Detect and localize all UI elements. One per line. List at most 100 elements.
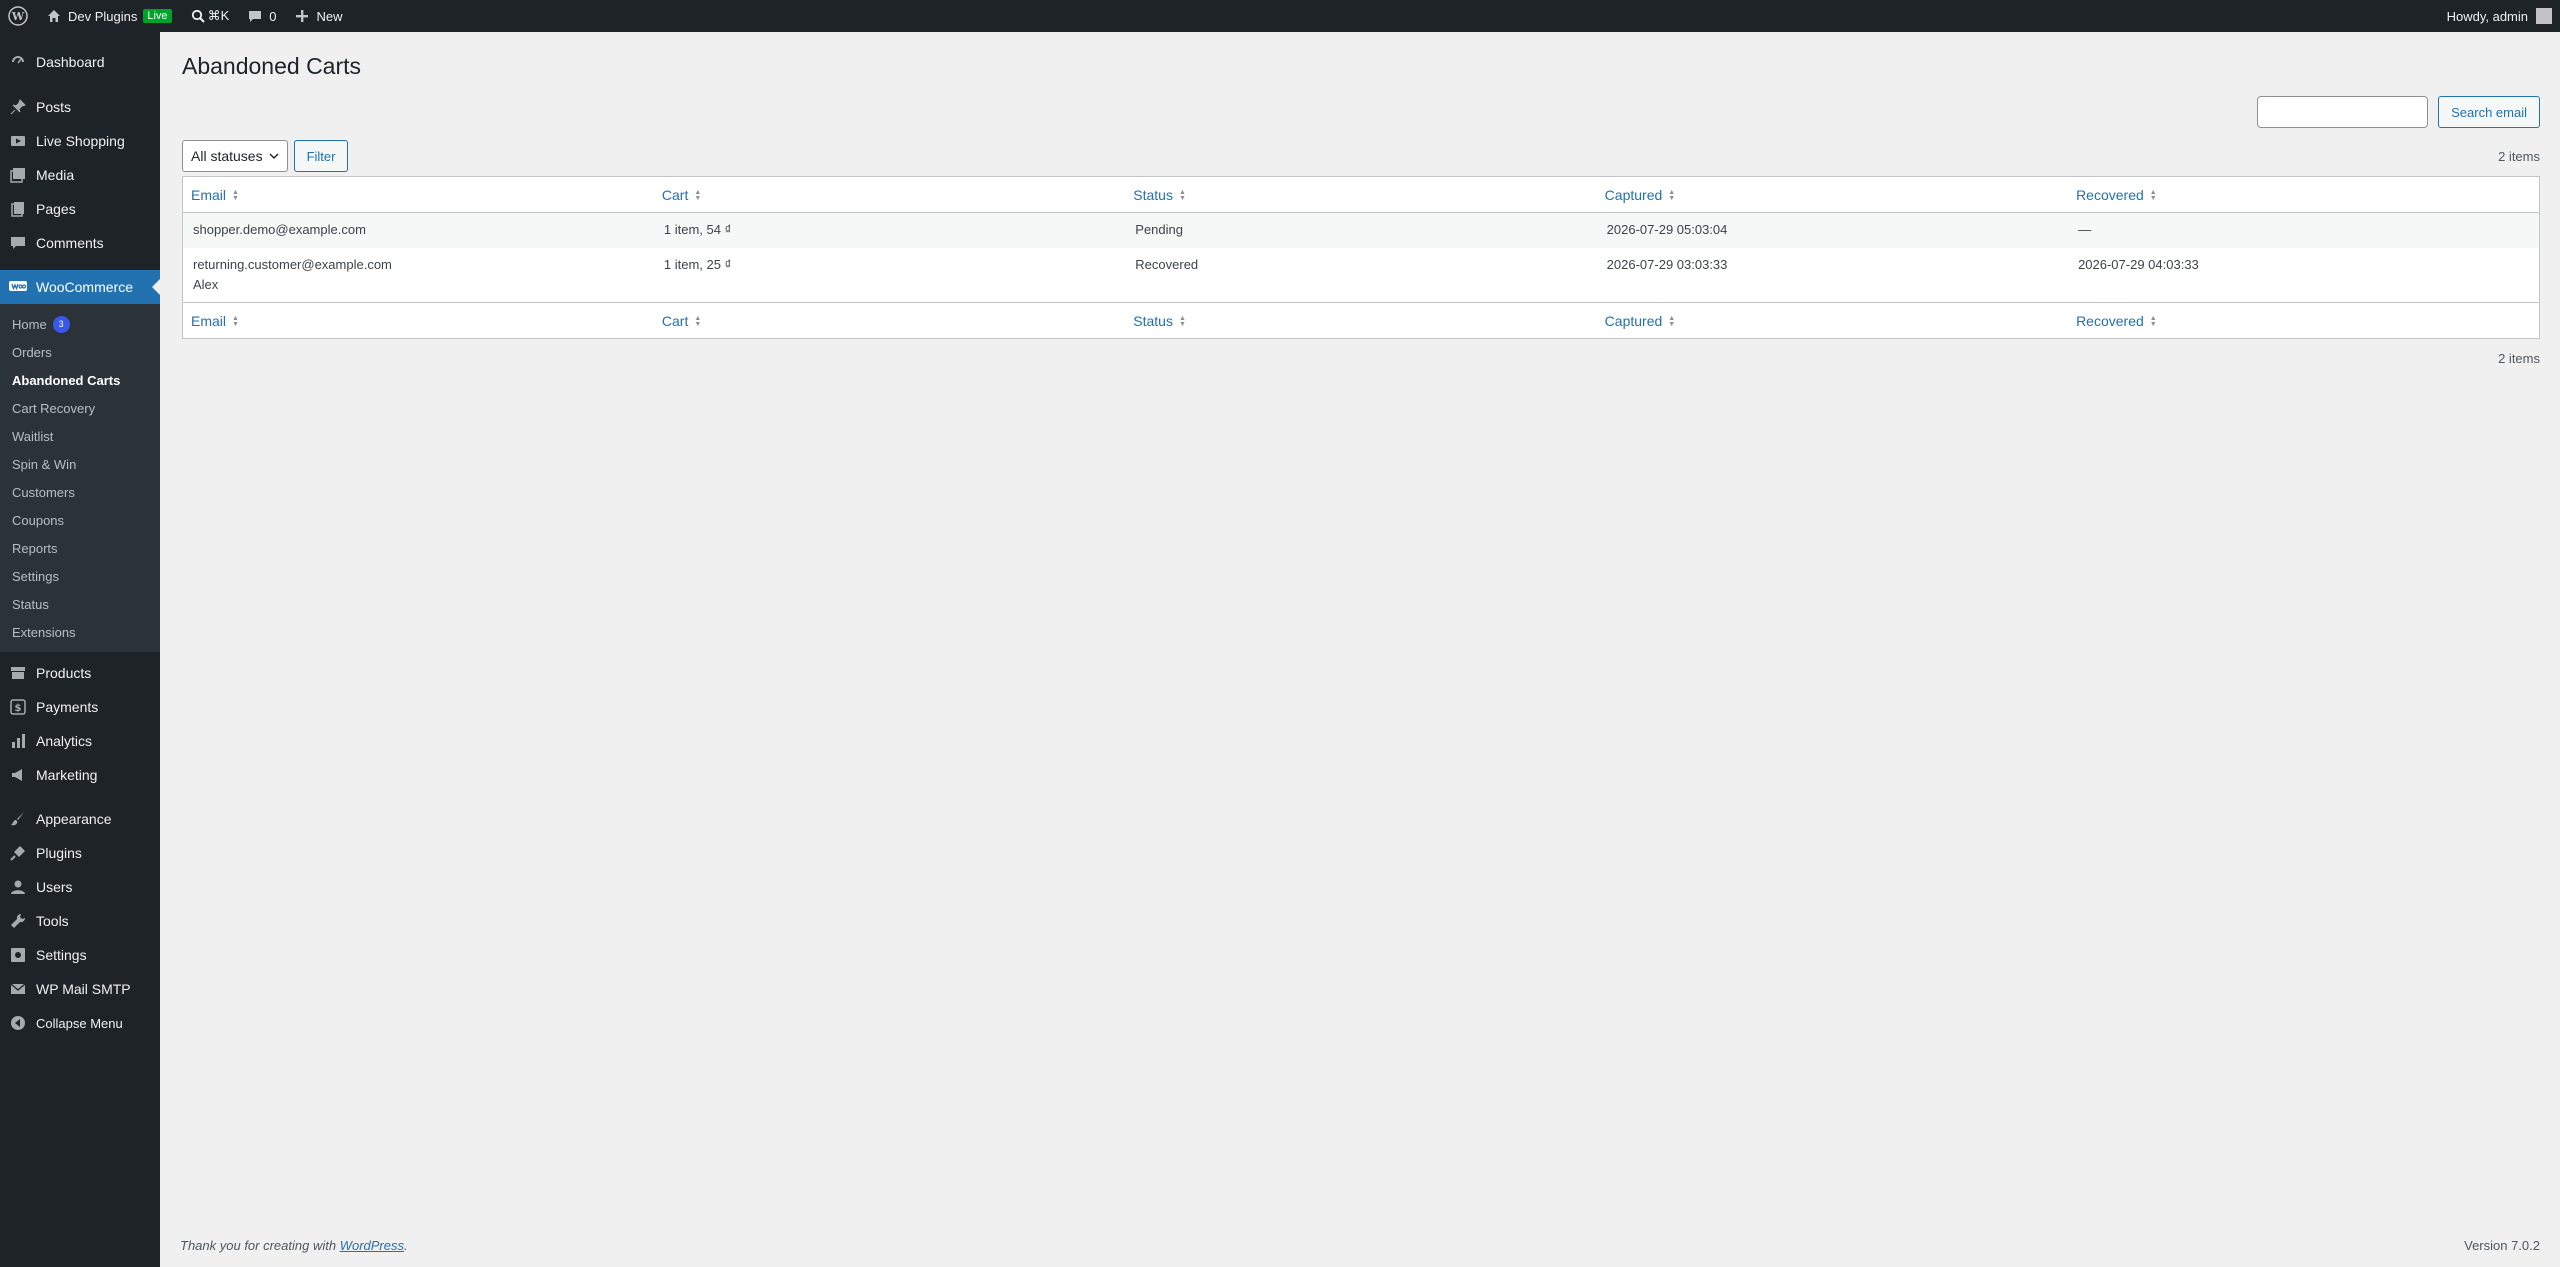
menu-comments[interactable]: Comments <box>0 226 160 260</box>
media-icon <box>8 165 28 185</box>
avatar <box>2536 8 2552 24</box>
wordpress-logo-icon[interactable]: W <box>0 0 36 32</box>
column-recovered[interactable]: Recovered ▲ ▼ <box>2068 176 2540 213</box>
comment-icon <box>245 6 265 26</box>
submenu-label: Status <box>12 596 49 612</box>
user-icon <box>8 877 28 897</box>
menu-posts[interactable]: Posts <box>0 90 160 124</box>
abandoned-carts-table: Email ▲ ▼ Cart ▲ ▼ Status ▲ ▼ Captured ▲ ▼ Recov… <box>182 176 2540 339</box>
menu-live-shopping[interactable]: Live Shopping <box>0 124 160 158</box>
menu-plugins[interactable]: Plugins <box>0 836 160 870</box>
submenu-item-extensions[interactable]: Extensions <box>0 618 160 646</box>
video-icon <box>8 131 28 151</box>
column-status[interactable]: Status ▲ ▼ <box>1125 302 1597 339</box>
menu-label: Plugins <box>36 845 82 861</box>
sort-icon: ▲ ▼ <box>1668 314 1676 328</box>
submenu-label: Abandoned Carts <box>12 372 121 388</box>
cell-captured: 2026-07-29 05:03:04 <box>1596 212 2069 248</box>
menu-woocommerce[interactable]: WooCommerce <box>0 270 160 304</box>
search-input[interactable] <box>2257 96 2429 128</box>
submenu-label: Spin & Win <box>12 456 77 472</box>
menu-dashboard[interactable]: Dashboard <box>0 44 160 80</box>
submenu-item-cart-recovery[interactable]: Cart Recovery <box>0 394 160 422</box>
column-cart[interactable]: Cart ▲ ▼ <box>653 176 1126 213</box>
my-account-menu[interactable]: Howdy, admin <box>2439 0 2560 32</box>
footer-version: Version 7.0.2 <box>2464 1238 2540 1253</box>
status-filter-select[interactable]: All statuses <box>182 140 288 172</box>
new-content-menu[interactable]: New <box>284 0 350 32</box>
submenu-item-orders[interactable]: Orders <box>0 338 160 366</box>
menu-users[interactable]: Users <box>0 870 160 904</box>
menu-label: Settings <box>36 947 87 963</box>
comments-menu[interactable]: 0 <box>237 0 284 32</box>
column-captured[interactable]: Captured ▲ ▼ <box>1596 176 2069 213</box>
submenu-item-status[interactable]: Status <box>0 590 160 618</box>
menu-media[interactable]: Media <box>0 158 160 192</box>
filter-button[interactable]: Filter <box>293 140 349 172</box>
sort-icon: ▲ ▼ <box>232 314 239 328</box>
command-palette-button[interactable]: ⌘K <box>180 0 238 32</box>
table-row: shopper.demo@example.com 1 item, 54 ₫ Pe… <box>182 212 2540 248</box>
column-label: Email <box>191 312 227 329</box>
page-title: Abandoned Carts <box>182 53 362 79</box>
submenu-item-home[interactable]: Home 3 <box>0 310 160 338</box>
new-label: New <box>316 8 343 24</box>
main-content: Abandoned Carts Search email All statuse… <box>160 32 2560 1267</box>
menu-wp-mail-smtp[interactable]: WP Mail SMTP <box>0 972 160 1006</box>
thanks-prefix: Thank you for creating with <box>180 1238 340 1253</box>
column-status[interactable]: Status ▲ ▼ <box>1125 176 1597 213</box>
column-label: Status <box>1133 312 1173 329</box>
menu-payments[interactable]: $ Payments <box>0 690 160 724</box>
submenu-item-settings[interactable]: Settings <box>0 562 160 590</box>
home-count-badge: 3 <box>52 315 70 333</box>
menu-settings[interactable]: Settings <box>0 938 160 972</box>
submenu-item-customers[interactable]: Customers <box>0 478 160 506</box>
archive-icon <box>8 663 28 683</box>
pin-icon <box>8 97 28 117</box>
chart-icon <box>8 731 28 751</box>
submenu-item-coupons[interactable]: Coupons <box>0 506 160 534</box>
sort-icon: ▲ ▼ <box>1178 314 1186 328</box>
search-box: Search email <box>2257 96 2540 128</box>
submenu-item-waitlist[interactable]: Waitlist <box>0 422 160 450</box>
email-text: shopper.demo@example.com <box>193 222 366 237</box>
table-footer-row: Email ▲ ▼ Cart ▲ ▼ Status ▲ ▼ Captured ▲ ▼ Recov… <box>182 302 2540 339</box>
pages-icon <box>8 199 28 219</box>
menu-label: Dashboard <box>36 54 105 70</box>
search-icon <box>188 6 208 26</box>
menu-appearance[interactable]: Appearance <box>0 802 160 836</box>
menu-analytics[interactable]: Analytics <box>0 724 160 758</box>
submenu-label: Waitlist <box>12 428 54 444</box>
menu-label: Tools <box>36 913 69 929</box>
megaphone-icon <box>8 765 28 785</box>
column-label: Recovered <box>2076 186 2144 203</box>
site-name-menu[interactable]: Dev Plugins Live <box>36 0 180 32</box>
column-email[interactable]: Email ▲ ▼ <box>182 176 654 213</box>
admin-sidebar: Dashboard Posts Live Shopping Media Page… <box>0 32 160 1267</box>
search-email-button[interactable]: Search email <box>2438 96 2540 128</box>
submenu-label: Customers <box>12 484 75 500</box>
submenu-item-spin-win[interactable]: Spin & Win <box>0 450 160 478</box>
sort-icon: ▲ ▼ <box>2149 188 2157 202</box>
home-icon <box>44 6 64 26</box>
column-recovered[interactable]: Recovered ▲ ▼ <box>2068 302 2540 339</box>
admin-footer: Thank you for creating with WordPress. V… <box>180 1238 2540 1253</box>
column-captured[interactable]: Captured ▲ ▼ <box>1596 302 2069 339</box>
menu-products[interactable]: Products <box>0 656 160 690</box>
plug-icon <box>8 843 28 863</box>
submenu-label: Coupons <box>12 512 65 528</box>
sort-icon: ▲ ▼ <box>694 314 702 328</box>
column-cart[interactable]: Cart ▲ ▼ <box>653 302 1126 339</box>
menu-tools[interactable]: Tools <box>0 904 160 938</box>
column-email[interactable]: Email ▲ ▼ <box>182 302 654 339</box>
wordpress-link[interactable]: WordPress <box>340 1238 404 1253</box>
menu-pages[interactable]: Pages <box>0 192 160 226</box>
submenu-item-abandoned-carts[interactable]: Abandoned Carts <box>0 366 160 394</box>
cell-cart: 1 item, 25 ₫ <box>663 256 732 272</box>
menu-label: WooCommerce <box>36 279 133 295</box>
submenu-item-reports[interactable]: Reports <box>0 534 160 562</box>
collapse-menu-button[interactable]: Collapse Menu <box>0 1006 160 1040</box>
table-row: returning.customer@example.com Alex 1 it… <box>183 248 2540 303</box>
menu-marketing[interactable]: Marketing <box>0 758 160 792</box>
cell-cart: 1 item, 54 ₫ <box>653 212 1126 248</box>
